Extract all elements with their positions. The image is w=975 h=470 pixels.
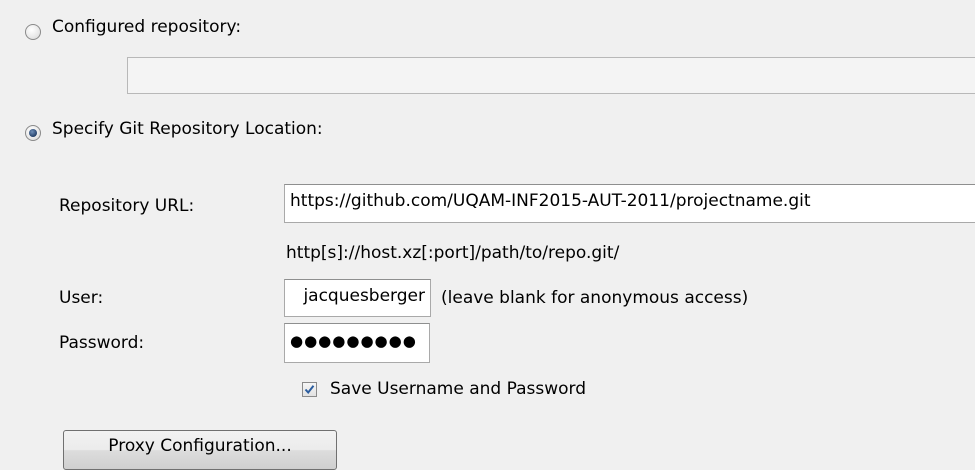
user-hint: (leave blank for anonymous access) — [441, 288, 749, 308]
repository-url-value: https://github.com/UQAM-INF2015-AUT-2011… — [290, 191, 811, 211]
save-credentials-checkbox[interactable] — [302, 382, 317, 397]
repository-url-input[interactable]: https://github.com/UQAM-INF2015-AUT-2011… — [284, 184, 975, 223]
user-value: jacquesberger — [303, 286, 425, 306]
configured-repository-radio[interactable] — [25, 24, 41, 40]
specify-location-label: Specify Git Repository Location: — [52, 119, 323, 139]
password-label: Password: — [59, 333, 145, 353]
repository-url-label: Repository URL: — [59, 196, 195, 216]
save-credentials-label: Save Username and Password — [330, 379, 586, 399]
configured-repository-label: Configured repository: — [52, 17, 242, 37]
repository-url-hint: http[s]://host.xz[:port]/path/to/repo.gi… — [286, 243, 620, 263]
user-label: User: — [59, 288, 104, 308]
specify-location-radio[interactable] — [25, 125, 41, 141]
user-input[interactable]: jacquesberger — [284, 279, 431, 317]
configured-repository-field[interactable] — [127, 57, 975, 94]
checkmark-icon — [304, 385, 315, 395]
proxy-configuration-button[interactable]: Proxy Configuration... — [63, 430, 337, 470]
password-value: ●●●●●●●●● — [290, 332, 417, 350]
password-input[interactable]: ●●●●●●●●● — [284, 323, 430, 363]
